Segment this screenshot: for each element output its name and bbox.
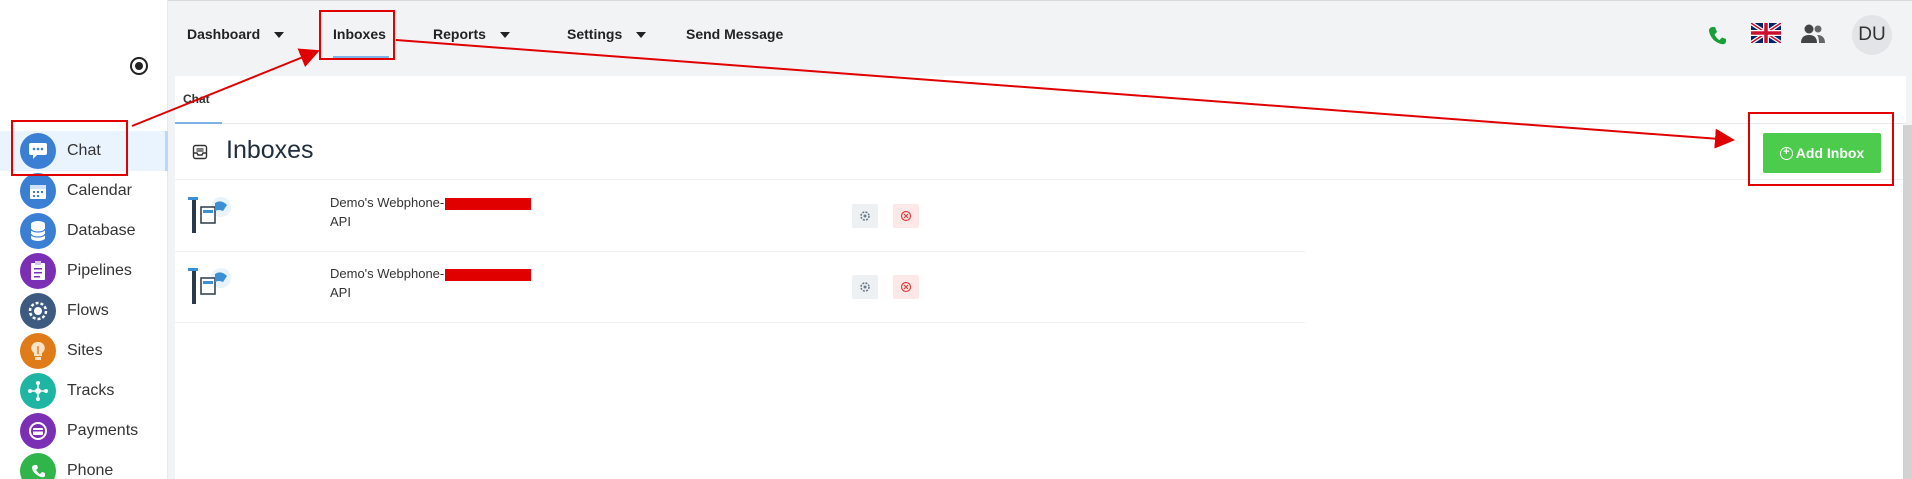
nav-inboxes[interactable]: Inboxes — [333, 26, 386, 42]
sidebar-item-phone[interactable]: Phone — [0, 451, 168, 479]
sites-icon — [20, 333, 56, 369]
page-header: Inboxes — [175, 124, 1906, 180]
add-inbox-label: Add Inbox — [1795, 145, 1865, 161]
inbox-name-text: Demo's Webphone- — [330, 195, 445, 210]
nav-settings-label: Settings — [567, 26, 623, 42]
payments-icon — [20, 413, 56, 449]
sidebar-item-payments[interactable]: Payments — [0, 411, 168, 451]
nav-dashboard-label: Dashboard — [187, 26, 261, 42]
sidebar: Chat Calendar Database Pipelines Flows S… — [0, 0, 168, 479]
sidebar-item-tracks[interactable]: Tracks — [0, 371, 168, 411]
redaction-mark — [445, 197, 532, 210]
redaction-mark — [445, 268, 532, 281]
gear-icon — [860, 211, 870, 221]
delete-button[interactable] — [893, 204, 919, 228]
calendar-icon — [20, 173, 56, 209]
page-title: Inboxes — [226, 136, 314, 164]
sidebar-item-label: Chat — [67, 142, 101, 159]
pipelines-icon — [20, 253, 56, 289]
add-inbox-button[interactable]: + Add Inbox — [1763, 133, 1881, 173]
phone-icon[interactable] — [1704, 22, 1730, 53]
chat-icon — [20, 133, 56, 169]
settings-button[interactable] — [852, 275, 878, 299]
sidebar-item-label: Phone — [67, 462, 114, 479]
users-icon[interactable] — [1800, 23, 1826, 50]
sidebar-item-label: Payments — [67, 422, 139, 439]
sidebar-item-database[interactable]: Database — [0, 211, 168, 251]
inbox-name: Demo's Webphone- — [330, 266, 532, 281]
webphone-logo-icon — [185, 264, 237, 312]
tracks-icon — [20, 373, 56, 409]
inbox-type: API — [330, 214, 351, 229]
tab-chat[interactable]: Chat — [183, 92, 210, 106]
nav-dashboard[interactable]: Dashboard — [187, 26, 285, 42]
inbox-name: Demo's Webphone- — [330, 195, 532, 210]
sidebar-item-label: Pipelines — [67, 262, 132, 279]
inbox-icon — [192, 144, 208, 165]
sidebar-item-label: Calendar — [67, 182, 132, 199]
database-icon — [20, 213, 56, 249]
chevron-down-icon — [636, 32, 647, 39]
flows-icon — [20, 293, 56, 329]
sidebar-item-pipelines[interactable]: Pipelines — [0, 251, 168, 291]
scrollbar[interactable] — [1903, 125, 1912, 479]
sidebar-item-chat[interactable]: Chat — [0, 131, 168, 171]
webphone-logo-icon — [185, 193, 237, 241]
top-navbar: Dashboard Inboxes Reports Settings Send … — [168, 0, 1912, 68]
table-row: Demo's Webphone- API — [175, 181, 1305, 252]
sidebar-item-label: Sites — [67, 342, 103, 359]
gear-icon — [860, 282, 870, 292]
inbox-name-text: Demo's Webphone- — [330, 266, 445, 281]
nav-reports[interactable]: Reports — [433, 26, 510, 42]
sidebar-item-label: Database — [67, 222, 136, 239]
sidebar-item-label: Tracks — [67, 382, 115, 399]
avatar[interactable]: DU — [1852, 15, 1892, 55]
delete-button[interactable] — [893, 275, 919, 299]
close-circle-icon — [900, 281, 912, 293]
chevron-down-icon — [499, 32, 510, 39]
uk-flag-icon[interactable] — [1749, 21, 1783, 48]
phone-icon — [20, 453, 56, 479]
nav-active-indicator — [333, 56, 389, 58]
nav-send-message[interactable]: Send Message — [686, 26, 783, 42]
main-content: Chat Inboxes + Add Inbox Demo's Webphone-… — [175, 76, 1906, 479]
inbox-type: API — [330, 285, 351, 300]
close-circle-icon — [900, 210, 912, 222]
sidebar-item-calendar[interactable]: Calendar — [0, 171, 168, 211]
nav-reports-label: Reports — [433, 26, 486, 42]
table-row: Demo's Webphone- API — [175, 252, 1305, 323]
sidebar-item-flows[interactable]: Flows — [0, 291, 168, 331]
sidebar-toggle-radio[interactable] — [130, 57, 148, 75]
plus-circle-icon: + — [1779, 146, 1793, 160]
chevron-down-icon — [274, 32, 285, 39]
sidebar-item-label: Flows — [67, 302, 109, 319]
tab-bar: Chat — [175, 76, 1906, 124]
sidebar-item-sites[interactable]: Sites — [0, 331, 168, 371]
nav-settings[interactable]: Settings — [567, 26, 647, 42]
settings-button[interactable] — [852, 204, 878, 228]
